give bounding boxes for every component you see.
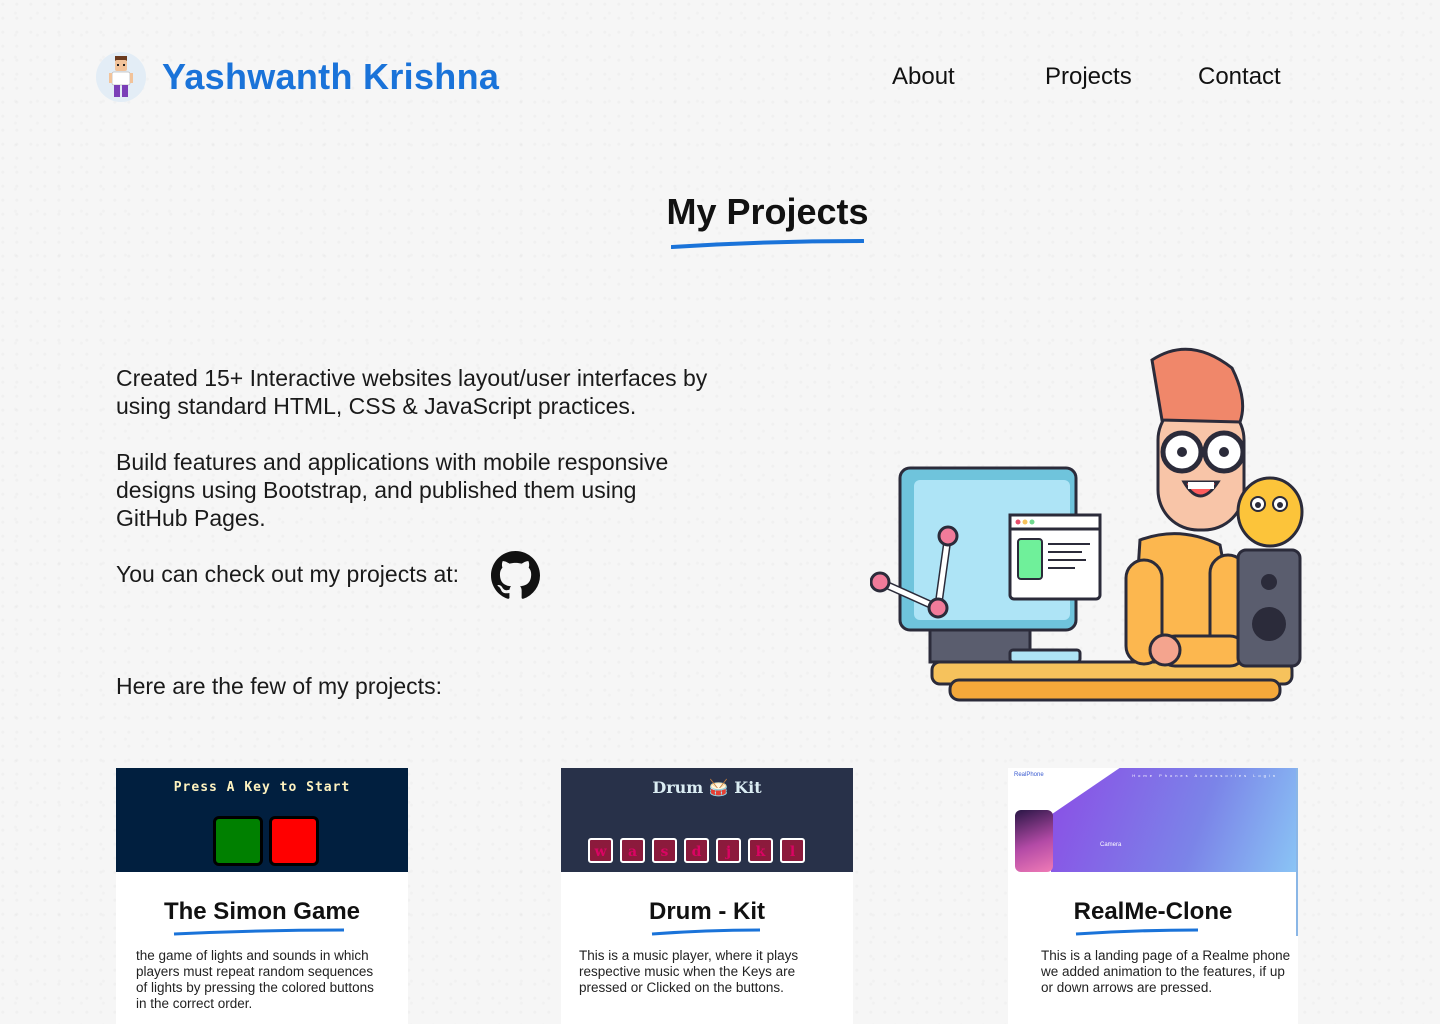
card-underline [173, 928, 345, 936]
drum-key: a [620, 838, 645, 863]
drum-key: d [684, 838, 709, 863]
drum-key: l [780, 838, 805, 863]
realme-thumb-nav: Home Phones Accessories Login [1132, 773, 1278, 778]
page-title: My Projects [666, 191, 869, 232]
nav-projects[interactable]: Projects [1045, 63, 1132, 91]
nav-contact[interactable]: Contact [1198, 63, 1281, 91]
realme-thumb-feature: Camera [1100, 842, 1122, 848]
drum-key: j [716, 838, 741, 863]
project-card-drum-kit[interactable]: Drum 🥁 Kit wasdjkl Drum - Kit This is a … [561, 768, 853, 1024]
simon-thumb-heading: Press A Key to Start [173, 780, 351, 795]
nav-about[interactable]: About [892, 63, 955, 91]
github-icon[interactable] [491, 551, 540, 600]
card-title[interactable]: RealMe-Clone [1008, 898, 1298, 926]
projects-intro: Here are the few of my projects: [116, 673, 442, 699]
project-card-realme[interactable]: RealPhone Home Phones Accessories Login … [1008, 768, 1298, 1024]
brand-name[interactable]: Yashwanth Krishna [162, 56, 499, 98]
realme-thumb-logo: RealPhone [1014, 772, 1044, 778]
drum-key: s [652, 838, 677, 863]
simon-game-thumbnail: Press A Key to Start [116, 768, 408, 872]
title-underline [671, 239, 864, 249]
drum-key: k [748, 838, 773, 863]
developer-illustration [870, 347, 1304, 702]
drum-thumb-heading: Drum 🥁 Kit [652, 778, 762, 797]
github-prompt: You can check out my projects at: [116, 561, 460, 587]
drum-keys: wasdjkl [588, 838, 812, 863]
card-title[interactable]: The Simon Game [116, 898, 408, 926]
card-underline [651, 928, 761, 936]
card-description: This is a music player, where it plays r… [579, 948, 799, 995]
card-underline [1075, 928, 1199, 936]
realme-phone-image [1015, 810, 1053, 872]
drum-key: w [588, 838, 613, 863]
simon-green-button [213, 816, 263, 866]
realme-hero-gradient [1051, 768, 1296, 872]
features-paragraph: Build features and applications with mob… [116, 449, 669, 531]
card-description: the game of lights and sounds in which p… [136, 948, 374, 1011]
simon-red-button [269, 816, 319, 866]
avatar [96, 52, 146, 102]
drum-kit-thumbnail: Drum 🥁 Kit wasdjkl [561, 768, 853, 872]
intro-paragraph: Created 15+ Interactive websites layout/… [116, 365, 708, 419]
card-description: This is a landing page of a Realme phone… [1041, 948, 1291, 995]
project-card-simon[interactable]: Press A Key to Start The Simon Game the … [116, 768, 408, 1024]
card-title[interactable]: Drum - Kit [561, 898, 853, 926]
